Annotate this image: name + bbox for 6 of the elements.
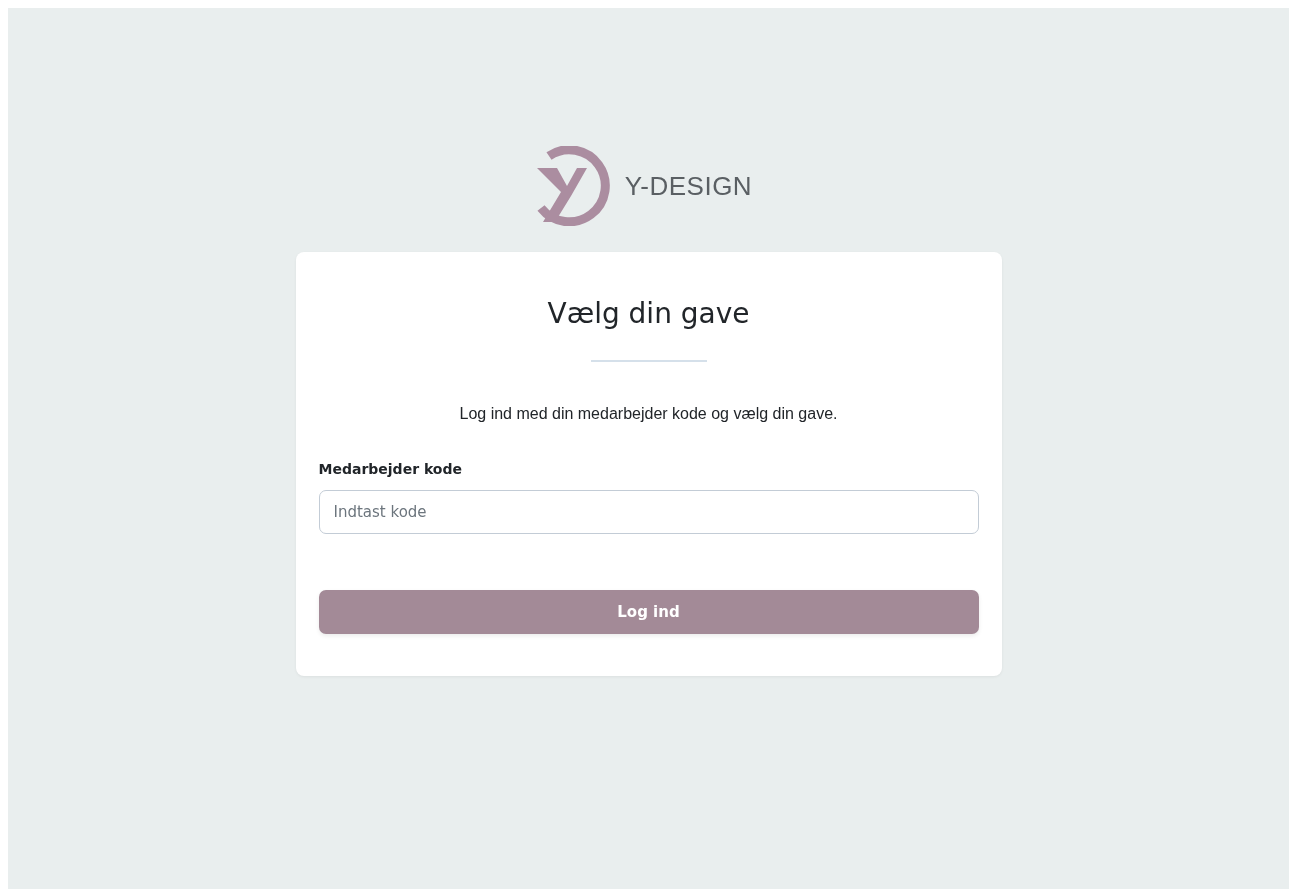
card-title: Vælg din gave [546,296,751,332]
intro-text: Log ind med din medarbejder kode og vælg din gave. [458,405,839,423]
code-input-field[interactable]: Indtast kode [318,490,979,534]
login-button[interactable]: Log ind [318,590,979,634]
brand-name: Y-DESIGN [624,170,753,202]
field-label: Medarbejder kode [318,461,463,477]
